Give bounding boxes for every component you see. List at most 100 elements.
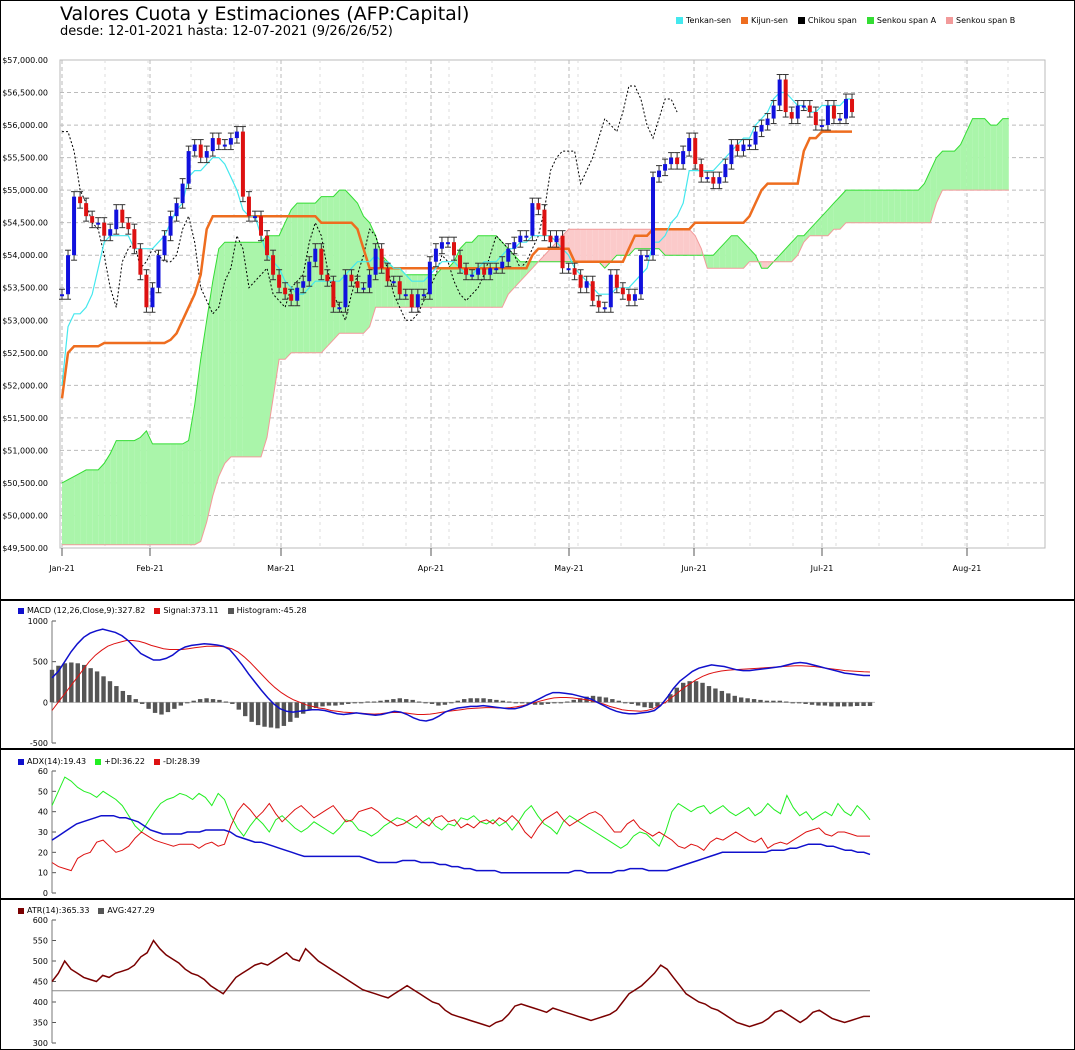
histogram-bar — [133, 699, 138, 703]
candle-body — [458, 255, 463, 269]
histogram-bar — [436, 702, 441, 706]
y-tick-label: $52,000.00 — [2, 381, 48, 390]
histogram-bar — [835, 702, 840, 707]
cloud-segment — [212, 248, 219, 496]
histogram-bar — [339, 702, 345, 705]
cloud-segment — [152, 443, 159, 545]
cloud-segment — [852, 190, 858, 223]
candle-body — [602, 307, 607, 310]
cloud-segment — [164, 443, 171, 545]
candle-body — [723, 164, 728, 178]
cloud-segment — [170, 443, 177, 545]
cloud-segment — [92, 469, 99, 545]
candle-body — [753, 131, 758, 145]
histogram-bar — [719, 690, 725, 703]
candle-body — [548, 235, 553, 243]
sub-y-tick-label: 1000 — [28, 617, 48, 626]
histogram-bar — [75, 663, 80, 703]
candle-body — [283, 287, 288, 295]
histogram-bar — [738, 697, 744, 703]
histogram-bar — [255, 702, 261, 726]
x-tick-label: Mar-21 — [267, 564, 295, 573]
candle-body — [349, 274, 354, 282]
cloud-segment — [683, 229, 690, 256]
histogram-bar — [88, 668, 93, 703]
candle-body — [831, 105, 836, 119]
cloud-segment — [592, 229, 599, 262]
cloud-segment — [912, 190, 919, 223]
histogram-bar — [185, 702, 190, 704]
candle-body — [626, 294, 631, 301]
cloud-segment — [98, 463, 105, 545]
candle-body — [259, 216, 264, 236]
cloud-segment — [327, 196, 334, 347]
candle-body — [560, 235, 565, 269]
candle-body — [234, 131, 239, 139]
candle-body — [295, 287, 300, 301]
candle-body — [222, 144, 227, 147]
histogram-bar — [629, 702, 634, 704]
x-tick-label: Jun-21 — [680, 564, 707, 573]
histogram-bar — [507, 701, 512, 703]
histogram-bar — [455, 700, 460, 703]
candle-body — [102, 222, 107, 236]
candle-body — [512, 242, 517, 249]
adx-line — [51, 814, 871, 874]
candle-body — [717, 177, 722, 184]
candle-body — [747, 144, 752, 147]
histogram-bar — [468, 698, 473, 703]
candle-body — [186, 151, 191, 184]
candle-body — [355, 281, 360, 288]
sub-y-tick-label: 30 — [38, 828, 48, 837]
histogram-bar — [648, 702, 654, 709]
candle-body — [771, 105, 776, 119]
histogram-bar — [816, 702, 821, 706]
candle-body — [180, 183, 185, 204]
histogram-bar — [610, 699, 615, 703]
histogram-bar — [152, 702, 158, 713]
candle-body — [301, 281, 306, 288]
histogram-bar — [294, 702, 299, 718]
sub-y-tick-label: 500 — [33, 658, 48, 667]
histogram-bar — [681, 682, 686, 703]
cloud-segment — [261, 235, 267, 457]
candle-body — [421, 294, 426, 297]
cloud-segment — [870, 190, 877, 223]
candle-body — [566, 268, 571, 271]
candle-body — [198, 144, 203, 158]
x-tick-label: May-21 — [554, 564, 583, 573]
candle-body — [524, 235, 529, 238]
candle-body — [464, 268, 469, 275]
candle-body — [705, 177, 710, 180]
candle-body — [711, 177, 716, 184]
sub-y-tick-label: 50 — [38, 787, 48, 796]
histogram-bar — [320, 702, 325, 707]
candle-body — [168, 216, 173, 236]
candle-body — [210, 138, 215, 152]
candle-body — [741, 144, 746, 152]
cloud-segment — [68, 476, 75, 545]
candle-body — [108, 229, 113, 236]
candle-body — [632, 294, 637, 301]
histogram-bar — [565, 701, 570, 703]
candle-body — [162, 235, 167, 256]
histogram-bar — [764, 700, 770, 703]
candle-body — [228, 138, 233, 145]
candle-body — [120, 209, 125, 223]
candle-body — [506, 248, 511, 262]
candle-body — [451, 242, 456, 256]
candle-body — [66, 255, 71, 295]
histogram-bar — [397, 698, 403, 703]
cloud-segment — [74, 473, 81, 545]
histogram-bar — [481, 698, 486, 703]
sub-y-tick-label: 450 — [33, 978, 48, 987]
candle-body — [783, 79, 788, 113]
y-tick-label: $55,500.00 — [2, 154, 48, 163]
candle-body — [174, 203, 179, 217]
candle-body — [307, 261, 312, 282]
cloud-segment — [634, 229, 641, 249]
candle-body — [554, 235, 559, 243]
chart-svg: $49,500.00 $50,000.00 $50,500.00 $51,000.00… — [2, 56, 1046, 1048]
candle-body — [470, 274, 475, 277]
histogram-bar — [519, 702, 525, 704]
